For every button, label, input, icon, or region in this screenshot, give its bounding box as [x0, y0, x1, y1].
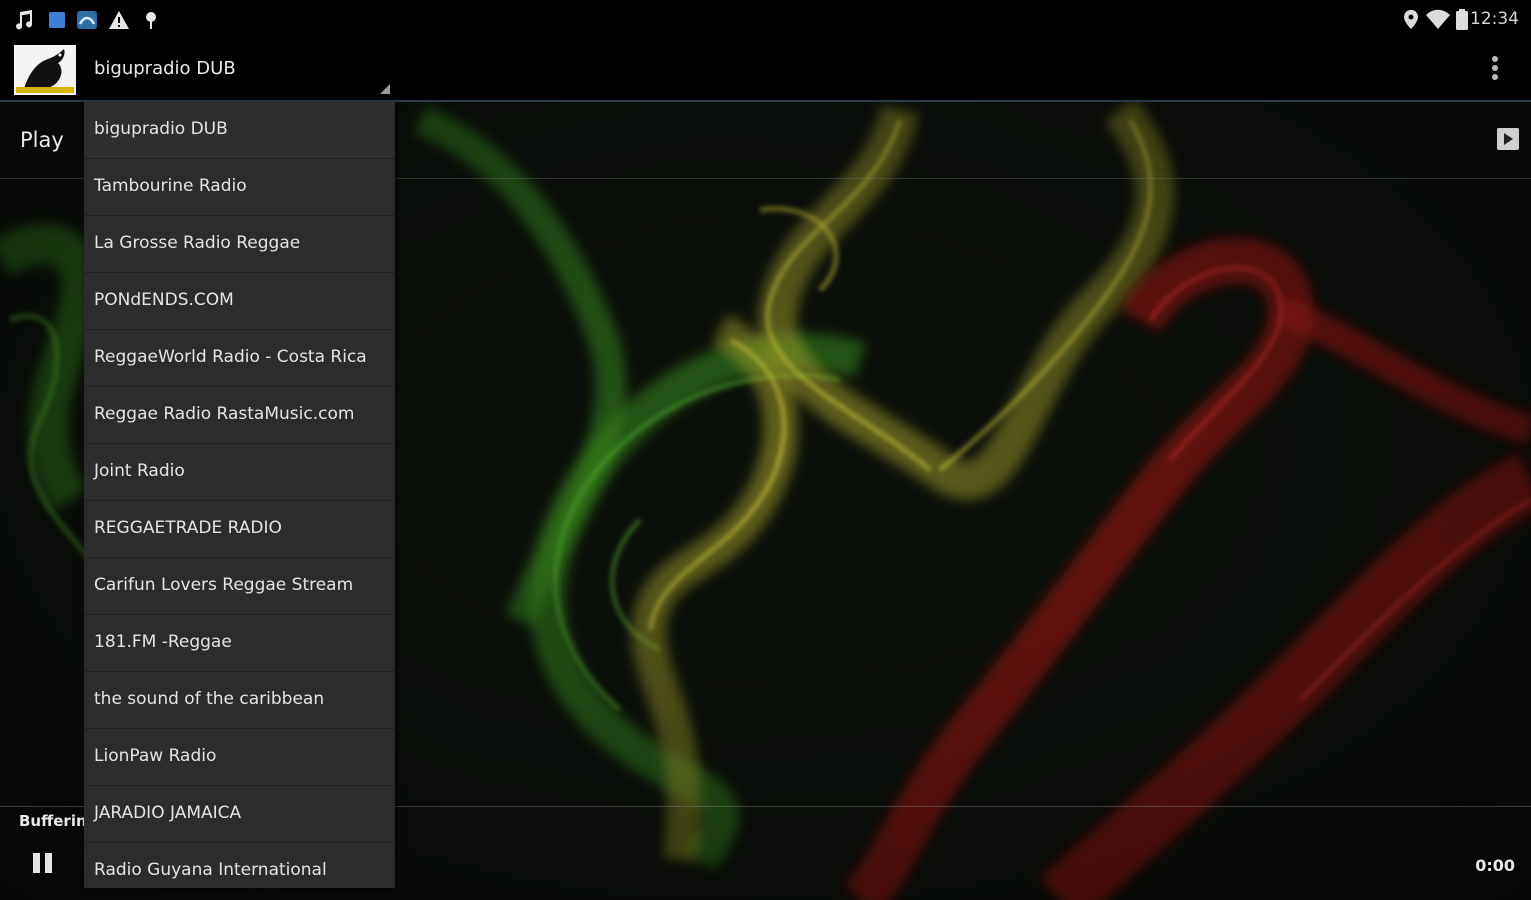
photo-icon	[77, 11, 97, 29]
station-item-label: LionPaw Radio	[94, 746, 217, 766]
station-item-label: REGGAETRADE RADIO	[94, 518, 282, 538]
buffering-status: Buffering	[19, 812, 85, 830]
station-item[interactable]: bigupradio DUB	[84, 102, 395, 159]
station-item-label: JARADIO JAMAICA	[94, 803, 242, 823]
station-item[interactable]: LionPaw Radio	[84, 729, 395, 786]
pin-icon	[146, 12, 156, 29]
station-item[interactable]: JARADIO JAMAICA	[84, 786, 395, 843]
station-item-label: Reggae Radio RastaMusic.com	[94, 404, 355, 424]
station-item-label: Joint Radio	[94, 461, 185, 481]
station-item[interactable]: La Grosse Radio Reggae	[84, 216, 395, 273]
station-item-label: 181.FM -Reggae	[94, 632, 232, 652]
play-icon[interactable]	[1497, 128, 1519, 150]
pause-icon[interactable]	[30, 850, 56, 876]
station-item[interactable]: Joint Radio	[84, 444, 395, 501]
selected-station-label: bigupradio DUB	[94, 58, 236, 79]
station-item[interactable]: Radio Guyana International	[84, 843, 395, 888]
station-item-label: La Grosse Radio Reggae	[94, 233, 301, 253]
station-item[interactable]: REGGAETRADE RADIO	[84, 501, 395, 558]
station-spinner[interactable]: bigupradio DUB	[84, 40, 394, 100]
action-bar: bigupradio DUB	[0, 40, 1531, 100]
station-item[interactable]: Tambourine Radio	[84, 159, 395, 216]
station-item[interactable]: ReggaeWorld Radio - Costa Rica	[84, 330, 395, 387]
station-item-label: Carifun Lovers Reggae Stream	[94, 575, 354, 595]
music-note-icon	[16, 10, 33, 30]
play-label[interactable]: Play	[20, 128, 64, 152]
station-item[interactable]: the sound of the caribbean	[84, 672, 395, 729]
station-item-label: Radio Guyana International	[94, 860, 327, 880]
station-dropdown-list: bigupradio DUB Tambourine Radio La Gross…	[84, 102, 395, 888]
spinner-caret-icon	[380, 84, 390, 94]
status-time: 12:34	[1470, 9, 1519, 29]
station-item-label: PONdENDS.COM	[94, 290, 234, 310]
battery-icon	[1456, 9, 1468, 30]
station-item-label: bigupradio DUB	[94, 119, 228, 139]
station-item[interactable]: PONdENDS.COM	[84, 273, 395, 330]
station-item-label: Tambourine Radio	[94, 176, 247, 196]
blue-square-icon	[49, 12, 65, 28]
station-item[interactable]: 181.FM -Reggae	[84, 615, 395, 672]
wifi-icon	[1426, 9, 1450, 29]
app-window: 12:34 bigupradio DUB Play Buffering 0:00	[0, 0, 1531, 900]
elapsed-time: 0:00	[1475, 856, 1515, 875]
crow-logo-icon[interactable]	[14, 45, 76, 95]
station-item-label: the sound of the caribbean	[94, 689, 325, 709]
station-item[interactable]: Reggae Radio RastaMusic.com	[84, 387, 395, 444]
location-icon	[1404, 10, 1418, 29]
station-item[interactable]: Carifun Lovers Reggae Stream	[84, 558, 395, 615]
overflow-menu-icon[interactable]	[1489, 54, 1501, 86]
station-item-label: ReggaeWorld Radio - Costa Rica	[94, 347, 367, 367]
warning-icon	[109, 11, 129, 29]
status-bar: 12:34	[0, 0, 1531, 40]
